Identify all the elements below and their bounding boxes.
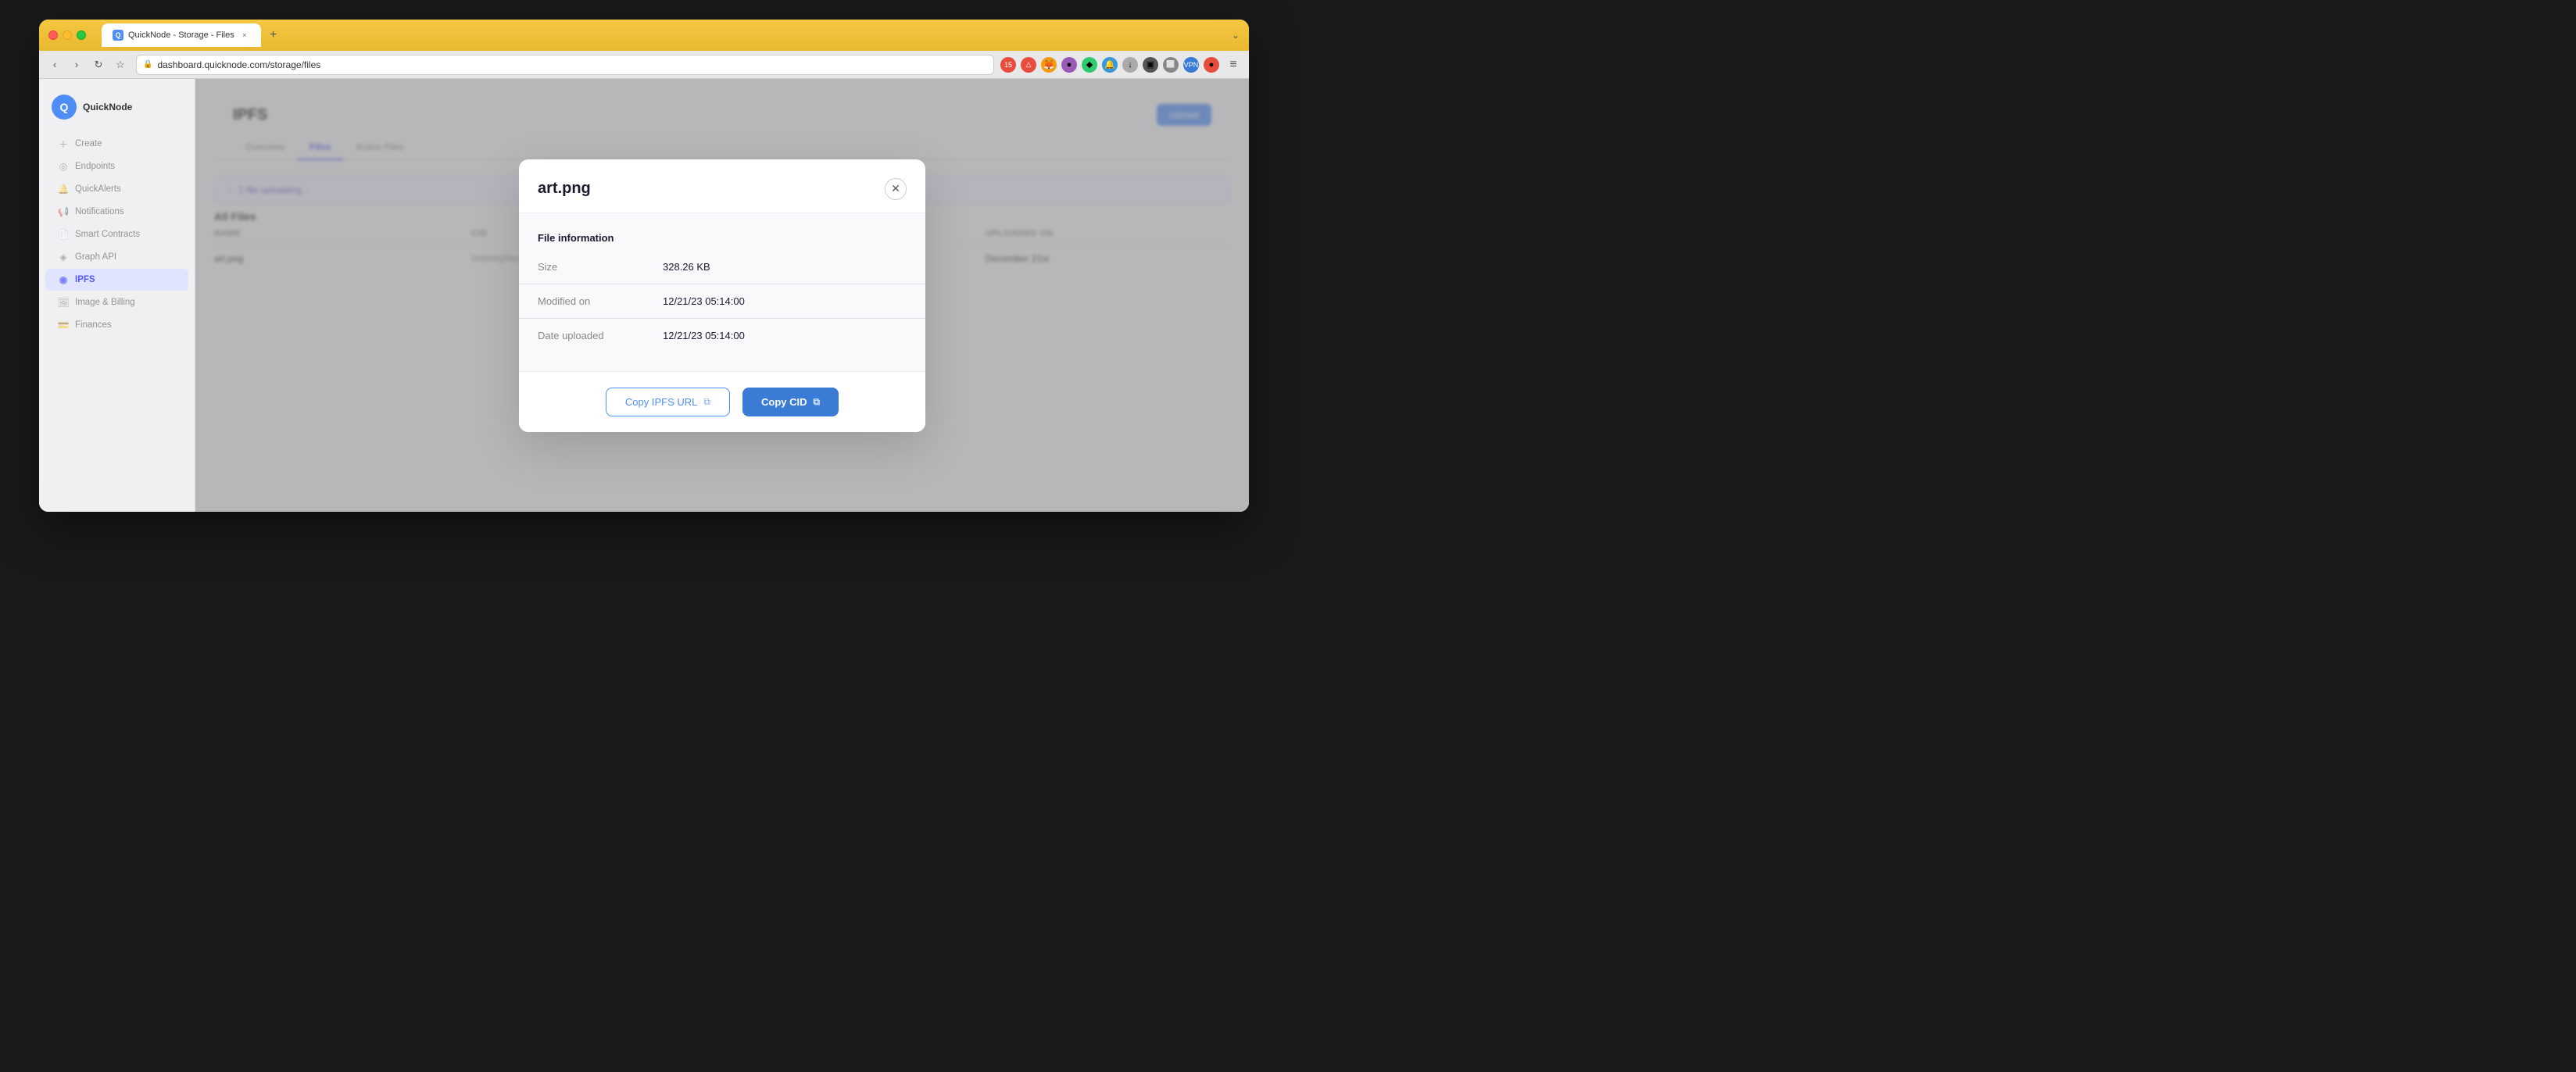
logo-text: QuickNode [83,102,132,113]
copy-cid-label: Copy CID [761,396,807,408]
modal-footer: Copy IPFS URL ⧉ Copy CID ⧉ [519,371,925,432]
finances-icon: 💳 [58,320,69,331]
uploaded-label: Date uploaded [538,330,663,341]
sidebar-item-image-billing[interactable]: 🖼 Image & Billing [45,291,188,313]
file-modified-row: Modified on 12/21/23 05:14:00 [538,291,907,312]
smart-contracts-icon: 📄 [58,229,69,240]
tab-close-button[interactable]: × [239,30,250,41]
sidebar-item-ipfs[interactable]: ◉ IPFS [45,269,188,291]
sidebar-label-endpoints: Endpoints [75,162,115,171]
sidebar-item-graph-api[interactable]: ◈ Graph API [45,246,188,268]
tab-favicon: Q [113,30,123,41]
file-uploaded-row: Date uploaded 12/21/23 05:14:00 [538,325,907,346]
extension-2-icon[interactable]: △ [1021,57,1036,73]
sidebar-item-finances[interactable]: 💳 Finances [45,314,188,336]
profile-icon[interactable]: ● [1204,57,1219,73]
create-icon: ＋ [58,138,69,149]
url-text: dashboard.quicknode.com/storage/files [157,59,320,70]
sidebar-label-finances: Finances [75,320,112,330]
sidebar-label-quickalerts: QuickAlerts [75,184,121,194]
active-tab[interactable]: Q QuickNode - Storage - Files × [102,23,261,47]
screenshot-icon[interactable]: ⬜ [1163,57,1179,73]
reload-button[interactable]: ↻ [89,55,108,74]
size-label: Size [538,261,663,273]
url-bar[interactable]: 🔒 dashboard.quicknode.com/storage/files [136,55,994,75]
quickalerts-icon: 🔔 [58,184,69,195]
modified-label: Modified on [538,295,663,307]
lock-icon: 🔒 [143,60,152,69]
sidebar-item-quickalerts[interactable]: 🔔 QuickAlerts [45,178,188,200]
copy-ipfs-url-icon: ⧉ [703,396,710,408]
uploaded-value: 12/21/23 05:14:00 [663,330,745,341]
download-icon[interactable]: ↓ [1122,57,1138,73]
browser-toolbar: 15 △ 🦊 ● ◆ 🔔 ↓ ▣ ⬜ VPN ● ≡ [1000,55,1243,74]
extension-4-icon[interactable]: ● [1061,57,1077,73]
window-chevron-icon: ⌄ [1232,30,1240,41]
sidebar-item-create[interactable]: ＋ Create [45,133,188,155]
content-area: Q QuickNode ＋ Create ◎ Endpoints 🔔 Quick… [39,79,1249,512]
tab-label: QuickNode - Storage - Files [128,30,234,40]
extension-5-icon[interactable]: ◆ [1082,57,1097,73]
minimize-button[interactable] [63,30,72,40]
logo-icon: Q [52,95,77,120]
file-info-section: File information Size 328.26 KB Modified… [538,232,907,346]
extension-1-icon[interactable]: 15 [1000,57,1016,73]
sidebar-label-graph-api: Graph API [75,252,116,262]
sidebar-label-image-billing: Image & Billing [75,298,135,307]
back-button[interactable]: ‹ [45,55,64,74]
sidebar-label-smart-contracts: Smart Contracts [75,230,140,239]
file-info-modal: art.png ✕ File information Size 328.26 K… [519,159,925,432]
extension-3-icon[interactable]: 🦊 [1041,57,1057,73]
sidebar-logo: Q QuickNode [39,88,195,132]
copy-cid-button[interactable]: Copy CID ⧉ [742,388,839,416]
modified-value: 12/21/23 05:14:00 [663,295,745,307]
graph-api-icon: ◈ [58,252,69,263]
modal-title: art.png [538,180,591,198]
separator-2 [519,318,925,319]
bookmark-button[interactable]: ☆ [111,55,130,74]
address-bar: ‹ › ↻ ☆ 🔒 dashboard.quicknode.com/storag… [39,51,1249,79]
sidebar-toggle-icon[interactable]: ▣ [1143,57,1158,73]
new-tab-button[interactable]: + [264,26,283,45]
modal-close-button[interactable]: ✕ [885,178,907,200]
title-bar: Q QuickNode - Storage - Files × + ⌄ [39,20,1249,51]
forward-button[interactable]: › [67,55,86,74]
sidebar-label-create: Create [75,139,102,148]
endpoints-icon: ◎ [58,161,69,172]
close-button[interactable] [48,30,58,40]
sidebar-item-endpoints[interactable]: ◎ Endpoints [45,155,188,177]
copy-cid-icon: ⧉ [813,396,820,408]
traffic-lights [48,30,86,40]
size-value: 328.26 KB [663,261,710,273]
notifications-icon: 📢 [58,206,69,217]
file-info-title: File information [538,232,907,244]
sidebar-item-smart-contracts[interactable]: 📄 Smart Contracts [45,223,188,245]
extension-6-icon[interactable]: 🔔 [1102,57,1118,73]
maximize-button[interactable] [77,30,86,40]
vpn-icon[interactable]: VPN [1183,57,1199,73]
copy-ipfs-url-button[interactable]: Copy IPFS URL ⧉ [606,388,730,416]
menu-button[interactable]: ≡ [1224,55,1243,74]
sidebar: Q QuickNode ＋ Create ◎ Endpoints 🔔 Quick… [39,79,195,512]
browser-window: Q QuickNode - Storage - Files × + ⌄ ‹ › … [39,20,1249,512]
sidebar-label-ipfs: IPFS [75,275,95,284]
ipfs-icon: ◉ [58,274,69,285]
main-panel: IPFS Upload Overview Files Active Files … [195,79,1249,512]
file-size-row: Size 328.26 KB [538,256,907,277]
copy-ipfs-url-label: Copy IPFS URL [625,396,697,408]
image-billing-icon: 🖼 [58,297,69,308]
nav-buttons: ‹ › ↻ ☆ [45,55,130,74]
sidebar-item-notifications[interactable]: 📢 Notifications [45,201,188,223]
close-icon: ✕ [891,182,900,195]
modal-header: art.png ✕ [519,159,925,213]
modal-overlay: art.png ✕ File information Size 328.26 K… [195,79,1249,512]
sidebar-label-notifications: Notifications [75,207,124,216]
modal-body: File information Size 328.26 KB Modified… [519,213,925,371]
tab-bar: Q QuickNode - Storage - Files × + [102,23,283,47]
